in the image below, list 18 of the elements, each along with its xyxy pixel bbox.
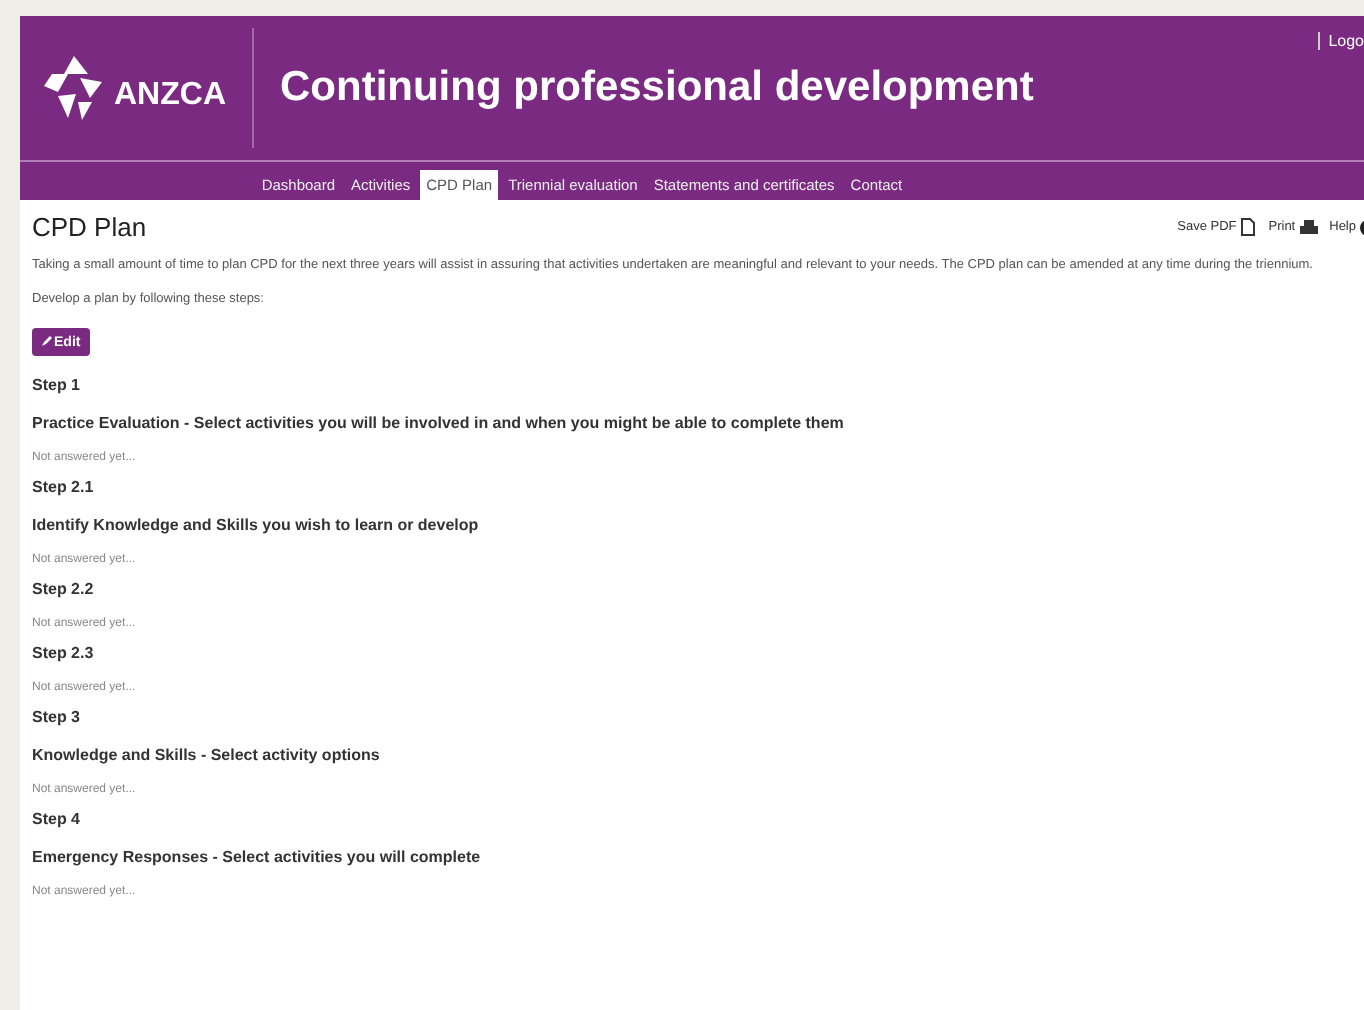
step-label: Step 2.3 <box>32 644 96 666</box>
pencil-icon <box>42 334 54 346</box>
step-label: Step 1 <box>32 376 83 398</box>
step-question: Identify Knowledge and Skills you wish to learn or develop <box>32 516 481 538</box>
step-label: Step 2.2 <box>32 580 96 602</box>
step-question: Knowledge and Skills - Select activity options <box>32 746 382 768</box>
site-title: Continuing professional development <box>280 64 1034 112</box>
step-label: Step 3 <box>32 708 83 730</box>
top-link[interactable]: Logo <box>1318 32 1364 50</box>
step-label: Step 2.1 <box>32 478 96 500</box>
logo-text: ANZCA <box>114 78 226 114</box>
print-icon <box>1299 219 1318 235</box>
logo-icon <box>40 54 108 122</box>
step-label: Step 4 <box>32 810 83 832</box>
document-icon <box>1240 218 1257 236</box>
page-title: CPD Plan <box>32 212 147 242</box>
step-question: Practice Evaluation - Select activities you will be involved in and when you might be able to complete them <box>32 414 846 436</box>
step-question: Emergency Responses - Select activities you will complete <box>32 848 483 870</box>
